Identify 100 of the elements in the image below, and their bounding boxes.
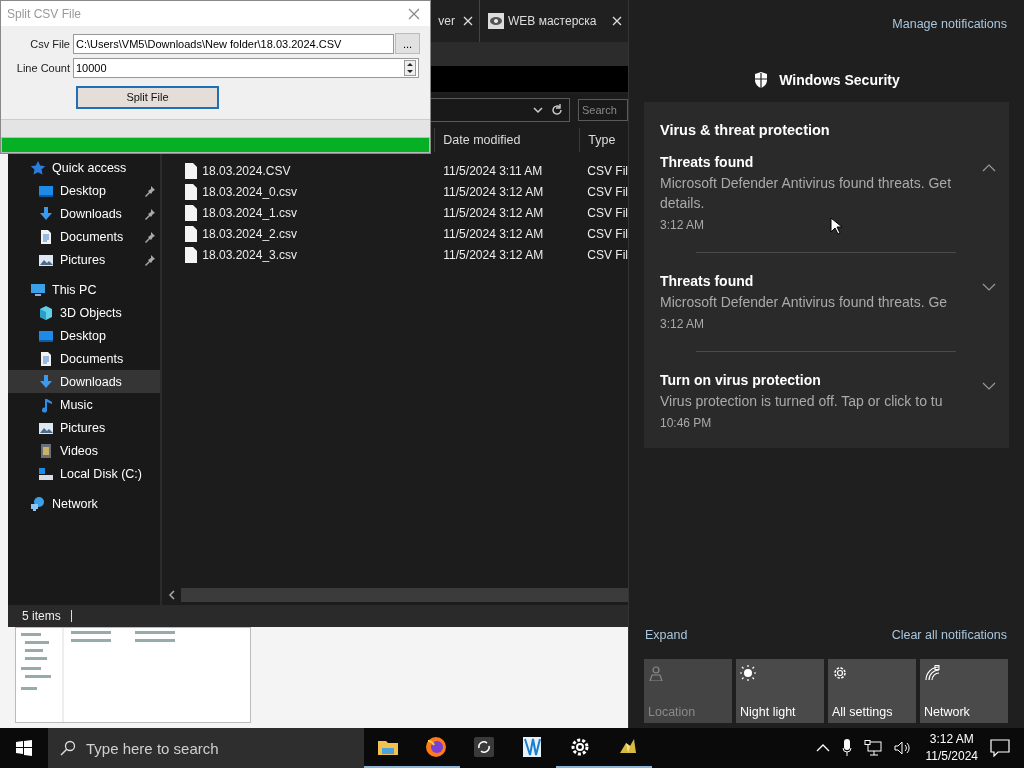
nav-item[interactable]: Network [8,492,161,515]
file-icon [184,203,199,222]
file-name[interactable]: 18.03.2024_1.csv [202,205,298,220]
location-icon [648,665,664,681]
caret-icon [533,106,543,114]
collapse-icon[interactable] [982,164,996,172]
nav-item[interactable]: Music [8,393,161,416]
nav-item[interactable]: Documents [8,225,161,248]
quick-action-tile[interactable]: Night light [736,659,824,723]
favicon-icon [488,13,504,29]
close-icon [463,16,473,26]
document-icon [38,350,54,367]
scroll-thumb[interactable] [181,588,628,602]
film-icon [38,442,54,459]
volume-icon[interactable] [893,740,912,756]
settings-icon [832,665,848,681]
notification-body: Microsoft Defender Antivirus found threats. Get details. [660,174,952,213]
notification-time: 3:12 AM [660,218,705,232]
cube-icon [38,304,54,321]
file-name[interactable]: 18.03.2024_3.csv [202,247,298,262]
network-icon [30,495,46,512]
expand-icon[interactable] [982,283,996,291]
file-date: 11/5/2024 3:11 AM [442,163,544,178]
nav-item[interactable]: Downloads [8,370,161,393]
computer-icon [30,281,46,298]
pin-icon [144,253,157,266]
close-icon[interactable] [408,7,420,20]
search-icon [60,740,76,756]
microphone-icon[interactable] [841,739,852,757]
notification-body: Virus protection is turned off. Tap or click to tu [660,392,943,411]
file-date: 11/5/2024 3:12 AM [442,205,545,220]
file-path-field[interactable]: C:\Users\VM5\Downloads\New folder\18.03.2024.CSV [73,33,394,54]
search-field[interactable]: Type here to search [48,728,364,768]
column-header[interactable]: Type [580,128,628,152]
file-icon [184,161,199,180]
file-date: 11/5/2024 3:12 AM [442,247,545,262]
file-name[interactable]: 18.03.2024_2.csv [202,226,298,241]
quick-action-tile[interactable]: Network [920,659,1008,723]
nav-item[interactable]: Pictures [8,248,161,271]
chevron-up-icon[interactable] [815,744,830,752]
quick-action-tile[interactable]: All settings [828,659,916,723]
nav-item[interactable]: Desktop [8,179,161,202]
nav-item[interactable]: This PC [8,278,161,301]
download-icon [38,373,54,390]
file-name[interactable]: 18.03.2024_0.csv [202,184,298,199]
document-icon [38,228,54,245]
search-field[interactable]: Search [578,99,628,121]
close-icon [612,16,622,26]
film-icon [520,735,544,759]
refresh-icon [551,104,563,116]
file-type: CSV Fil [586,184,628,199]
nav-item[interactable]: Desktop [8,324,161,347]
nav-item[interactable]: Quick access [8,156,161,179]
notification-time: 3:12 AM [660,317,705,331]
download-icon [38,205,54,222]
item-count: 5 items [22,609,61,623]
column-header[interactable]: Date modified [435,128,581,152]
clear-all-link[interactable]: Clear all notifications [891,628,1007,642]
nav-item[interactable]: Downloads [8,202,161,225]
manage-notifications-link[interactable]: Manage notifications [892,17,1007,31]
file-icon [184,245,199,264]
field-label: Line Count [15,61,71,74]
file-type: CSV Fil [586,226,628,241]
drive-icon [38,465,54,482]
expand-icon[interactable] [982,382,996,390]
shield-icon [753,71,770,89]
text-cursor [70,610,72,622]
split-file-button[interactable]: Split File [76,85,219,109]
file-date: 11/5/2024 3:12 AM [442,226,545,241]
app-name: Windows Security [779,72,900,88]
sync-icon [472,735,496,759]
notification-icon[interactable] [990,739,1010,757]
nav-item[interactable]: 3D Objects [8,301,161,324]
group-title: Virus & threat protection [660,122,831,138]
spinner-icon[interactable] [404,59,416,76]
file-icon [184,182,199,201]
notification-title: Threats found [660,273,754,289]
notification-title: Turn on virus protection [660,372,821,388]
file-type: CSV Fil [586,205,628,220]
nav-item[interactable]: Local Disk (C:) [8,462,161,485]
number-field[interactable]: 10000 [73,57,419,78]
field-label: Csv File [29,37,71,50]
expand-link[interactable]: Expand [645,628,688,642]
browser-tab[interactable]: ver [431,0,479,42]
tab-label: WEB мастерска [508,14,598,28]
file-icon [184,224,199,243]
network-icon[interactable] [863,740,882,756]
notification-time: 10:46 PM [660,416,712,430]
nav-item[interactable]: Documents [8,347,161,370]
file-name[interactable]: 18.03.2024.CSV [202,163,291,178]
start-icon[interactable] [16,740,32,756]
star-icon [30,159,46,176]
nav-item[interactable]: Pictures [8,416,161,439]
pin-icon [144,207,157,220]
clock[interactable]: 3:12 AM 11/5/2024 [925,731,978,765]
file-date: 11/5/2024 3:12 AM [442,184,545,199]
nav-item[interactable]: Videos [8,439,161,462]
scroll-left-icon [168,590,177,600]
browse-button[interactable]: ... [395,33,420,55]
wifi-icon [924,665,940,681]
